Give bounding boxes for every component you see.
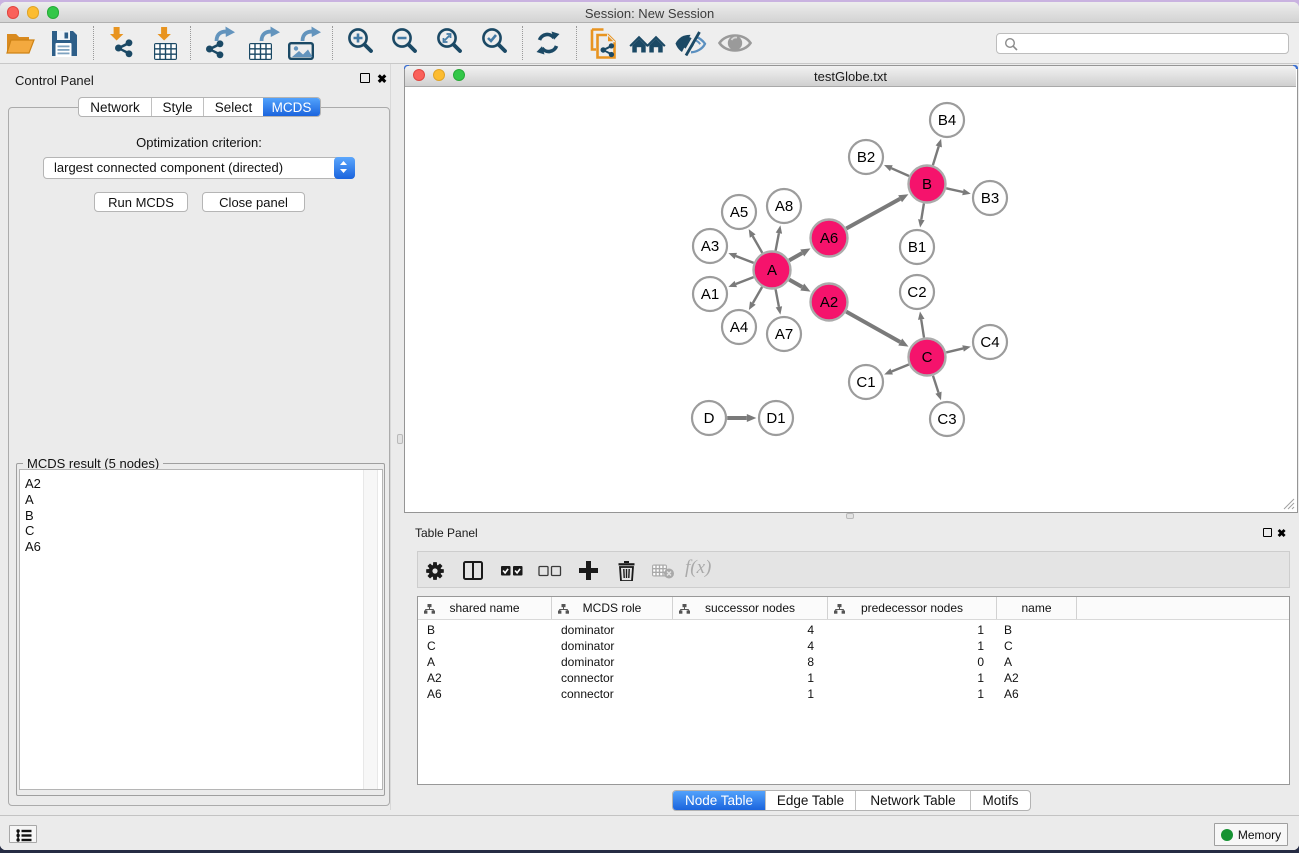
svg-text:C3: C3: [937, 411, 956, 428]
svg-text:B: B: [922, 176, 932, 193]
svg-text:C: C: [922, 349, 933, 366]
svg-text:A4: A4: [730, 319, 748, 336]
svg-text:C2: C2: [907, 284, 926, 301]
svg-text:A6: A6: [820, 230, 838, 247]
svg-text:A8: A8: [775, 198, 793, 215]
svg-text:A: A: [767, 262, 777, 279]
svg-text:A1: A1: [701, 286, 719, 303]
svg-text:B2: B2: [857, 149, 875, 166]
svg-text:A7: A7: [775, 326, 793, 343]
svg-text:C4: C4: [980, 334, 999, 351]
svg-text:B3: B3: [981, 190, 999, 207]
svg-text:D: D: [704, 410, 715, 427]
svg-text:A2: A2: [820, 294, 838, 311]
svg-text:B1: B1: [908, 239, 926, 256]
svg-text:A5: A5: [730, 204, 748, 221]
svg-text:D1: D1: [766, 410, 785, 427]
svg-text:B4: B4: [938, 112, 956, 129]
svg-text:A3: A3: [701, 238, 719, 255]
svg-text:C1: C1: [856, 374, 875, 391]
